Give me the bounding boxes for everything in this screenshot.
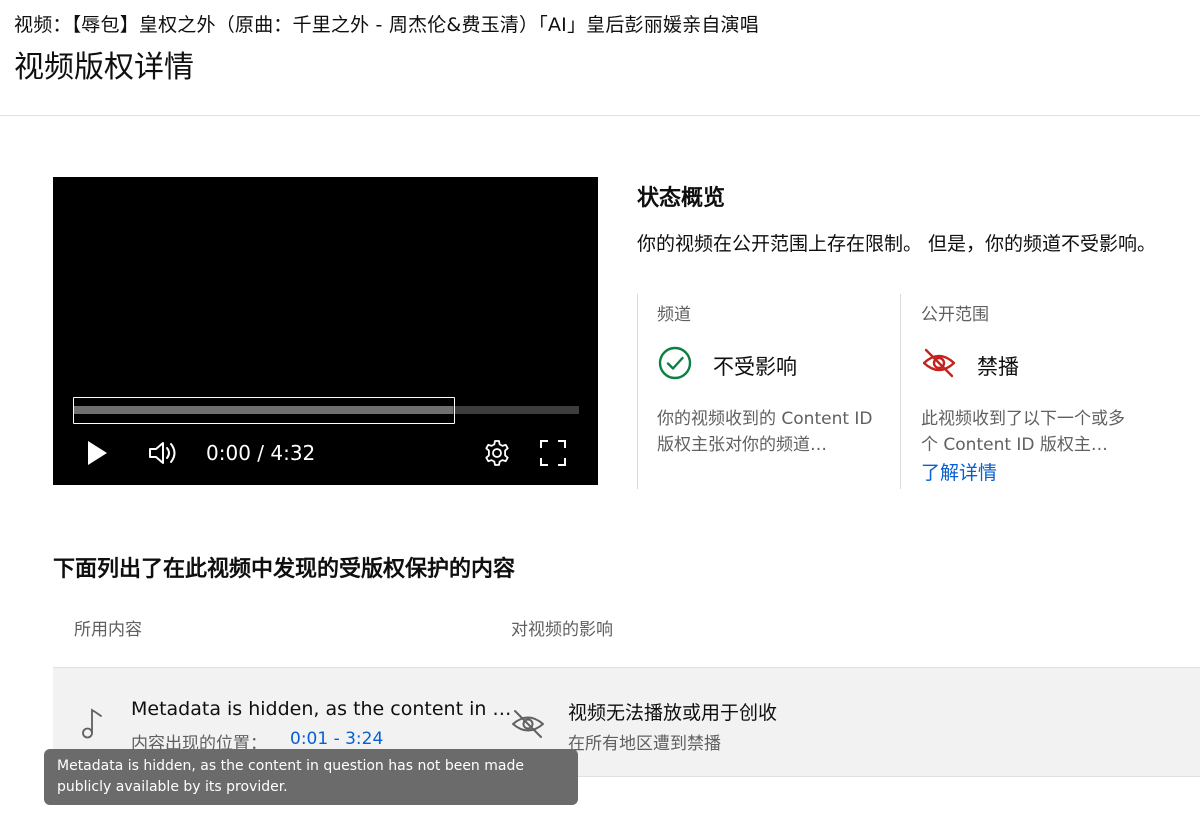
column-header-content: 所用内容: [74, 620, 142, 640]
channel-description: 你的视频收到的 Content ID 版权主张对你的频道…: [657, 409, 873, 455]
visibility-label: 公开范围: [921, 305, 989, 325]
page-title: 视频版权详情: [14, 50, 194, 85]
position-range-link[interactable]: 0:01 - 3:24: [290, 729, 383, 749]
eye-off-icon: [922, 348, 956, 378]
settings-button[interactable]: [481, 437, 513, 469]
column-header-impact: 对视频的影响: [511, 620, 613, 640]
video-title: 视频：【辱包】皇权之外（原曲：千里之外 - 周杰伦&费玉清）「AI」皇后彭丽媛亲…: [14, 14, 759, 36]
volume-button[interactable]: [145, 437, 181, 469]
play-icon: [88, 441, 107, 465]
visibility-status-value: 禁播: [977, 355, 1019, 379]
check-circle-icon: [658, 346, 692, 380]
status-overview-title: 状态概览: [637, 186, 726, 211]
channel-status-value: 不受影响: [713, 355, 797, 379]
play-button[interactable]: [81, 437, 113, 469]
fullscreen-icon: [540, 440, 566, 466]
column-divider: [900, 294, 901, 489]
visibility-description: 此视频收到了以下一个或多个 Content ID 版权主…: [921, 409, 1125, 455]
header-divider: [0, 115, 1200, 116]
learn-more-link[interactable]: 了解详情: [921, 458, 997, 485]
video-player[interactable]: 0:00 / 4:32: [53, 177, 598, 485]
channel-label: 频道: [657, 305, 691, 325]
column-divider: [637, 294, 638, 489]
impact-subtitle: 在所有地区遭到禁播: [568, 734, 721, 754]
music-note-icon: [82, 708, 102, 739]
fullscreen-button[interactable]: [537, 437, 569, 469]
settings-gear-icon: [485, 440, 509, 466]
eye-off-icon: [512, 710, 544, 738]
content-list-heading: 下面列出了在此视频中发现的受版权保护的内容: [53, 557, 516, 582]
status-summary: 你的视频在公开范围上存在限制。 但是，你的频道不受影响。: [637, 233, 1157, 255]
progress-focus-outline: [73, 397, 455, 424]
impact-title: 视频无法播放或用于创收: [568, 702, 778, 724]
volume-icon: [149, 442, 176, 464]
time-display: 0:00 / 4:32: [206, 441, 316, 465]
content-title[interactable]: Metadata is hidden, as the content in …: [131, 698, 511, 720]
metadata-tooltip: Metadata is hidden, as the content in qu…: [44, 749, 578, 805]
